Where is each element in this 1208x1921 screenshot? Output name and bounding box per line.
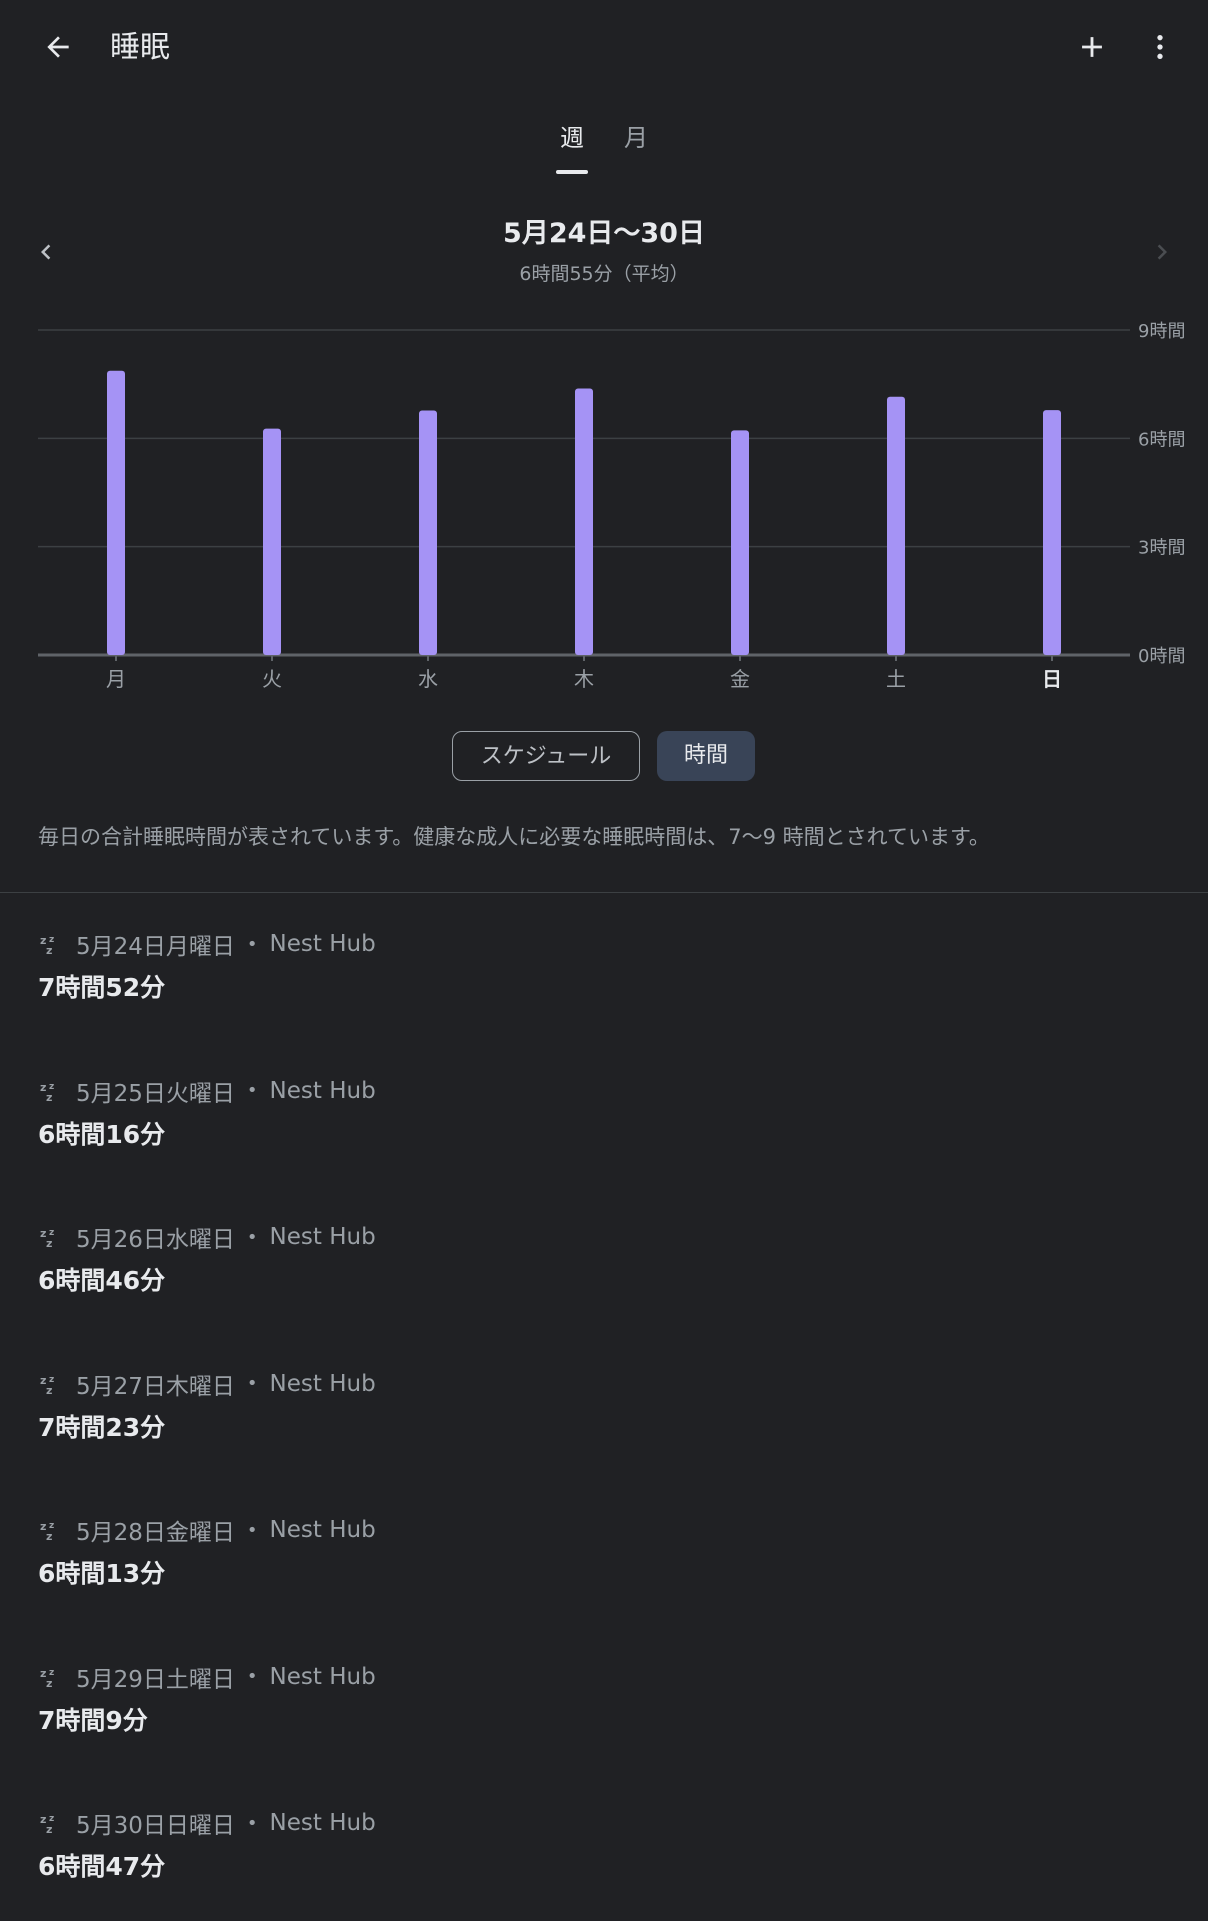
sleep-zz-icon: z zz (40, 1081, 54, 1103)
session-date: 5月28日金曜日 (76, 1520, 235, 1546)
sleep-session-item[interactable]: z z z 5月24日月曜日 • Nest Hub 7時間52分 (38, 922, 1168, 1042)
meta-separator: • (246, 1373, 258, 1394)
session-source: Nest Hub (269, 1810, 376, 1836)
y-tick-label: 3時間 (1138, 538, 1185, 559)
session-meta: z z z 5月24日月曜日 • Nest Hub (38, 922, 376, 966)
plus-icon (1082, 37, 1102, 57)
add-button[interactable] (1064, 19, 1120, 75)
average-sleep-label: 6時間55分（平均） (519, 263, 689, 285)
meta-separator: • (246, 933, 258, 955)
session-source: Nest Hub (269, 1370, 376, 1397)
x-tick-label: 火 (262, 667, 282, 691)
more-vert-icon (1157, 35, 1163, 59)
session-meta: z z z 5月25日火曜日 • Nest Hub (38, 1069, 376, 1113)
sleep-session-item[interactable]: z z z 5月29日土曜日 • Nest Hub 7時間9分 (38, 1655, 1168, 1775)
sleep-duration-chart: 0時間 3時間 6時間 9時間月 火 水 木 金 土 日 (38, 321, 1185, 691)
session-source: Nest Hub (269, 1224, 376, 1250)
session-meta: z z z 5月30日日曜日 • Nest Hub (38, 1801, 376, 1845)
session-source: Nest Hub (269, 1517, 376, 1543)
sleep-session-item[interactable]: z z z 5月30日日曜日 • Nest Hub 6時間47分 (38, 1801, 1168, 1921)
bar-5[interactable] (887, 396, 905, 655)
session-date: 5月25日火曜日 (76, 1080, 235, 1107)
page-title: 睡眠 (110, 30, 170, 65)
next-week-button (1134, 224, 1190, 280)
session-duration: 6時間46分 (38, 1266, 166, 1295)
bar-1[interactable] (263, 428, 281, 655)
session-meta: z z z 5月26日水曜日 • Nest Hub (38, 1215, 376, 1259)
x-tick-label: 木 (574, 667, 594, 691)
schedule-view-button[interactable]: スケジュール (452, 731, 640, 781)
x-tick-label: 日 (1042, 667, 1062, 691)
period-tabs: 週 月 (0, 110, 1208, 176)
tab-week[interactable]: 週 (558, 118, 586, 158)
svg-text:z: z (46, 1384, 52, 1396)
tab-indicator (556, 170, 588, 174)
session-duration: 6時間13分 (38, 1559, 166, 1588)
svg-text:z: z (46, 944, 52, 956)
sleep-zz-icon: z zz (40, 1813, 54, 1835)
more-options-button[interactable] (1132, 19, 1188, 75)
session-date: 5月29日土曜日 (76, 1666, 235, 1693)
session-date: 5月27日木曜日 (76, 1373, 235, 1400)
meta-separator: • (246, 1080, 258, 1101)
bar-0[interactable] (107, 370, 125, 655)
meta-separator: • (246, 1519, 258, 1541)
session-duration: 7時間23分 (38, 1412, 166, 1442)
session-source: Nest Hub (269, 1077, 376, 1104)
sleep-zz-icon: z zz (40, 1520, 54, 1542)
bar-3[interactable] (575, 388, 593, 656)
date-range-title: 5月24日〜30日 (503, 218, 705, 249)
session-duration: 7時間52分 (38, 973, 166, 1002)
arrow-back-icon (47, 36, 69, 58)
session-meta: z z z 5月29日土曜日 • Nest Hub (38, 1655, 376, 1699)
session-duration: 6時間47分 (38, 1852, 166, 1881)
chevron-right-icon (1157, 244, 1167, 260)
sleep-zz-icon: z zz (40, 1227, 54, 1249)
session-date: 5月26日水曜日 (76, 1227, 235, 1253)
x-tick-label: 金 (730, 667, 750, 691)
session-source: Nest Hub (269, 1663, 376, 1690)
x-tick-label: 水 (418, 667, 438, 691)
svg-text:z: z (46, 1823, 52, 1835)
chart-description: 毎日の合計睡眠時間が表されています。健康な成人に必要な睡眠時間は、7〜9 時間と… (38, 825, 990, 849)
y-tick-label: 6時間 (1138, 429, 1185, 450)
tab-month[interactable]: 月 (622, 118, 650, 158)
bar-4[interactable] (731, 430, 749, 655)
sleep-session-item[interactable]: z z z 5月26日水曜日 • Nest Hub 6時間46分 (38, 1215, 1168, 1335)
session-meta: z z z 5月28日金曜日 • Nest Hub (38, 1508, 376, 1552)
session-duration: 7時間9分 (38, 1705, 148, 1735)
session-source: Nest Hub (269, 931, 376, 957)
sleep-zz-icon: z zz (40, 934, 54, 956)
session-meta: z z z 5月27日木曜日 • Nest Hub (38, 1362, 376, 1406)
back-button[interactable] (30, 19, 86, 75)
svg-text:z: z (46, 1677, 52, 1689)
app-bar: 睡眠 (0, 0, 1208, 96)
session-date: 5月30日日曜日 (76, 1813, 235, 1839)
x-tick-label: 月 (106, 667, 126, 691)
sleep-session-item[interactable]: z z z 5月25日火曜日 • Nest Hub 6時間16分 (38, 1069, 1168, 1189)
session-date: 5月24日月曜日 (76, 934, 235, 960)
duration-view-button[interactable]: 時間 (657, 731, 755, 781)
meta-separator: • (246, 1666, 258, 1687)
bar-2[interactable] (419, 410, 437, 655)
meta-separator: • (246, 1226, 258, 1248)
sleep-zz-icon: z zz (40, 1667, 54, 1689)
y-tick-label: 9時間 (1138, 321, 1185, 342)
sleep-session-item[interactable]: z z z 5月27日木曜日 • Nest Hub 7時間23分 (38, 1362, 1168, 1482)
meta-separator: • (246, 1812, 258, 1834)
session-duration: 6時間16分 (38, 1119, 166, 1149)
divider (0, 892, 1208, 893)
bar-6[interactable] (1043, 410, 1061, 655)
y-tick-label: 0時間 (1138, 646, 1185, 667)
svg-text:z: z (46, 1530, 52, 1542)
sleep-session-item[interactable]: z z z 5月28日金曜日 • Nest Hub 6時間13分 (38, 1508, 1168, 1628)
x-tick-label: 土 (886, 667, 906, 691)
svg-text:z: z (46, 1237, 52, 1249)
sleep-zz-icon: z zz (40, 1374, 54, 1396)
svg-text:z: z (46, 1091, 52, 1103)
